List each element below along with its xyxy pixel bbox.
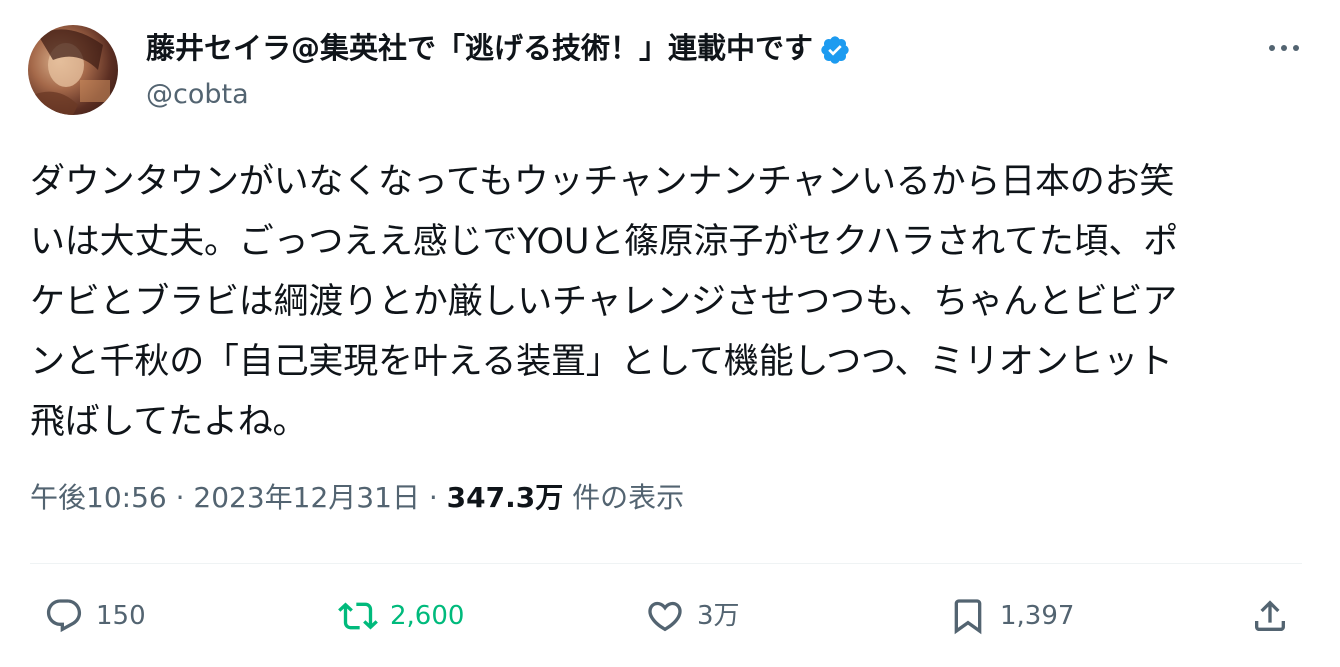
- tweet-text-line: 飛ばしてたよね。: [30, 402, 308, 442]
- share-button[interactable]: [1250, 594, 1290, 638]
- meta-separator: ·: [428, 481, 438, 514]
- verified-badge-icon[interactable]: [819, 34, 851, 66]
- bookmark-icon: [954, 599, 982, 635]
- tweet-text-line: ケビとブラビは綱渡りとか厳しいチャレンジさせつつも、ちゃんとビビア: [30, 282, 1178, 322]
- divider: [30, 563, 1302, 564]
- tweet-text-line: ンと千秋の「自己実現を叶える装置」として機能しつつ、ミリオンヒット: [30, 342, 1173, 382]
- meta-separator: ·: [175, 481, 185, 514]
- like-button[interactable]: 3万: [645, 594, 740, 638]
- tweet-metadata: 午後10:56 · 2023年12月31日 · 347.3万 件の表示: [30, 478, 684, 518]
- reply-count: 150: [96, 601, 146, 631]
- tweet-time[interactable]: 午後10:56: [30, 481, 167, 514]
- bookmark-count: 1,397: [1000, 601, 1075, 631]
- author-name-text[interactable]: 藤井セイラ@集英社で「逃げる技術！」連載中です: [146, 31, 813, 65]
- share-icon: [1255, 600, 1285, 631]
- more-button[interactable]: [1262, 30, 1306, 66]
- reply-button[interactable]: 150: [44, 594, 146, 638]
- tweet-text-line: ダウンタウンがいなくなってもウッチャンナンチャンいるから日本のお笑: [30, 162, 1175, 202]
- tweet-text: ダウンタウンがいなくなってもウッチャンナンチャンいるから日本のお笑 いは大丈夫。…: [30, 152, 1310, 452]
- like-icon: [648, 601, 682, 632]
- like-count: 3万: [697, 601, 740, 631]
- retweet-count: 2,600: [390, 601, 465, 631]
- tweet-date[interactable]: 2023年12月31日: [193, 481, 420, 514]
- tweet-text-line: いは大丈夫。ごっつええ感じでYOUと篠原涼子がセクハラされてた頃、ポ: [30, 222, 1179, 262]
- reply-icon: [46, 599, 82, 633]
- views-label: 件の表示: [572, 481, 685, 514]
- views-count: 347.3万: [446, 481, 564, 514]
- retweet-icon: [338, 602, 378, 630]
- avatar[interactable]: [28, 25, 118, 115]
- avatar-image: [28, 29, 110, 115]
- author-display-name[interactable]: 藤井セイラ@集英社で「逃げる技術！」連載中です: [146, 28, 851, 68]
- bookmark-button[interactable]: 1,397: [948, 594, 1074, 638]
- author-handle[interactable]: @cobta: [146, 77, 249, 113]
- more-icon: [1269, 45, 1299, 51]
- retweet-button[interactable]: 2,600: [338, 594, 464, 638]
